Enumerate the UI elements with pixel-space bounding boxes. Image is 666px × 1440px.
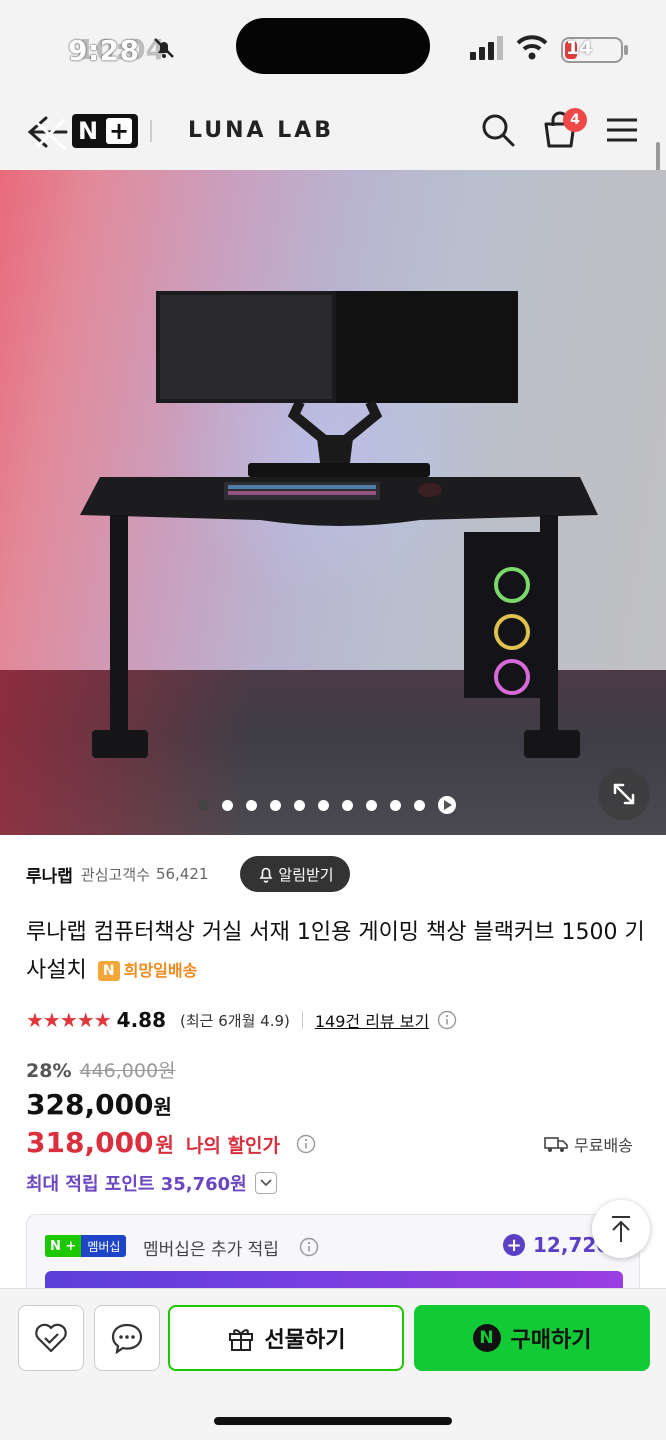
- delivery-badge: N 희망일배송: [97, 952, 198, 990]
- talk-button[interactable]: [94, 1305, 160, 1371]
- free-shipping-label: 무료배송: [574, 1136, 633, 1155]
- naver-pay-icon: N: [472, 1324, 501, 1352]
- home-indicator: [214, 1417, 452, 1425]
- header-divider: [150, 120, 152, 142]
- my-price-value: 318,000: [26, 1126, 154, 1159]
- info-icon[interactable]: [437, 1010, 457, 1030]
- signal-icon: [470, 36, 503, 60]
- review-link[interactable]: 149건 리뷰 보기: [315, 1008, 429, 1032]
- my-price-unit: 원: [155, 1133, 174, 1157]
- hamburger-menu-icon[interactable]: [604, 114, 640, 146]
- rating-value: 4.88: [116, 1008, 167, 1032]
- plus-icon: +: [106, 117, 133, 145]
- image-carousel-dots[interactable]: [198, 796, 456, 814]
- seller-info: 루나랩 관심고객수 56,421: [26, 858, 208, 890]
- carousel-dot[interactable]: [198, 799, 209, 811]
- followers-count: 56,421: [155, 865, 209, 883]
- back-arrow-icon[interactable]: [22, 112, 70, 152]
- status-bar: 10:04 9:28 14: [0, 0, 666, 100]
- rating-recent: (최근 6개월 4.9): [180, 1011, 290, 1030]
- store-brand-logo[interactable]: LUNA LAB: [188, 118, 334, 143]
- sale-price-value: 328,000: [26, 1088, 154, 1121]
- sale-price-unit: 원: [153, 1095, 172, 1119]
- wishlist-button[interactable]: [18, 1305, 84, 1371]
- status-time: 9:28: [68, 34, 140, 67]
- bottom-action-bar: 선물하기 N 구매하기: [0, 1288, 666, 1440]
- buy-label: 구매하기: [510, 1328, 592, 1353]
- membership-badge: N + 멤버십: [45, 1235, 127, 1257]
- gift-button[interactable]: 선물하기: [168, 1305, 404, 1371]
- carousel-dot[interactable]: [342, 799, 353, 811]
- carousel-dot[interactable]: [270, 799, 281, 811]
- my-price-label: 나의 할인가: [185, 1135, 280, 1157]
- wifi-icon: [516, 35, 548, 60]
- expand-arrows-icon: [613, 783, 635, 805]
- naver-plus-logo[interactable]: N +: [72, 114, 138, 148]
- carousel-dot[interactable]: [222, 799, 233, 811]
- membership-badge-label: 멤버십: [87, 1239, 121, 1254]
- desk-setup-illustration: [80, 291, 598, 758]
- gift-icon: [228, 1329, 253, 1351]
- carousel-dot[interactable]: [246, 799, 257, 811]
- my-discount-price: 318,000 원 나의 할인가: [26, 1126, 280, 1159]
- buy-button[interactable]: N 구매하기: [414, 1305, 650, 1371]
- carousel-dot[interactable]: [294, 799, 305, 811]
- rating-divider: [301, 1011, 303, 1029]
- play-video-icon[interactable]: [438, 796, 456, 814]
- carousel-dot[interactable]: [390, 799, 401, 811]
- followers-label: 관심고객수: [80, 865, 150, 884]
- info-icon[interactable]: [296, 1134, 316, 1154]
- cart-count-badge: 4: [563, 108, 587, 132]
- carousel-dot[interactable]: [318, 799, 329, 811]
- carousel-dot[interactable]: [366, 799, 377, 811]
- carousel-dot[interactable]: [414, 799, 425, 811]
- naver-plus-n: N: [77, 117, 99, 145]
- naver-plus-badge: N +: [45, 1235, 82, 1257]
- product-image[interactable]: [0, 170, 666, 835]
- gift-label: 선물하기: [264, 1328, 346, 1353]
- delivery-badge-label: 희망일배송: [123, 961, 198, 980]
- max-points-row[interactable]: 최대 적립 포인트 35,760원: [26, 1170, 277, 1196]
- heart-check-icon: [35, 1323, 67, 1353]
- scroll-to-top-button[interactable]: [592, 1200, 650, 1258]
- expand-image-button[interactable]: [598, 768, 650, 820]
- rating-row: ★★★★★ 4.88 (최근 6개월 4.9) 149건 리뷰 보기: [26, 1006, 457, 1034]
- battery-level: 14: [566, 37, 593, 59]
- naver-n-icon: N: [97, 961, 120, 981]
- chevron-down-icon[interactable]: [254, 1172, 277, 1194]
- membership-text: 멤버십은 추가 적립: [143, 1240, 279, 1260]
- product-title: 루나랩 컴퓨터책상 거실 서재 1인용 게이밍 책상 블랙커브 1500 기사설…: [26, 914, 646, 990]
- plus-circle-icon: +: [503, 1234, 525, 1256]
- arrow-up-icon: [612, 1216, 630, 1242]
- seller-name[interactable]: 루나랩: [26, 862, 73, 887]
- original-price: 446,000원: [79, 1060, 176, 1082]
- bell-off-icon: [154, 38, 174, 58]
- search-icon[interactable]: [480, 112, 516, 148]
- max-points-label: 최대 적립 포인트 35,760원: [26, 1174, 247, 1195]
- subscribe-alert-button[interactable]: 알림받기: [240, 856, 350, 892]
- chat-bubble-icon: [111, 1323, 143, 1354]
- dynamic-island: [236, 18, 430, 74]
- delivery-truck-icon: [544, 1137, 568, 1152]
- alert-label: 알림받기: [278, 865, 334, 884]
- free-shipping: 무료배송: [544, 1132, 633, 1156]
- sale-price: 328,000원: [26, 1088, 172, 1121]
- bell-plus-icon: [259, 867, 273, 883]
- discount-rate: 28%: [26, 1060, 72, 1082]
- info-icon[interactable]: [299, 1237, 319, 1257]
- star-rating-icon: ★★★★★: [26, 1008, 112, 1032]
- discount-row: 28% 446,000원: [26, 1056, 176, 1083]
